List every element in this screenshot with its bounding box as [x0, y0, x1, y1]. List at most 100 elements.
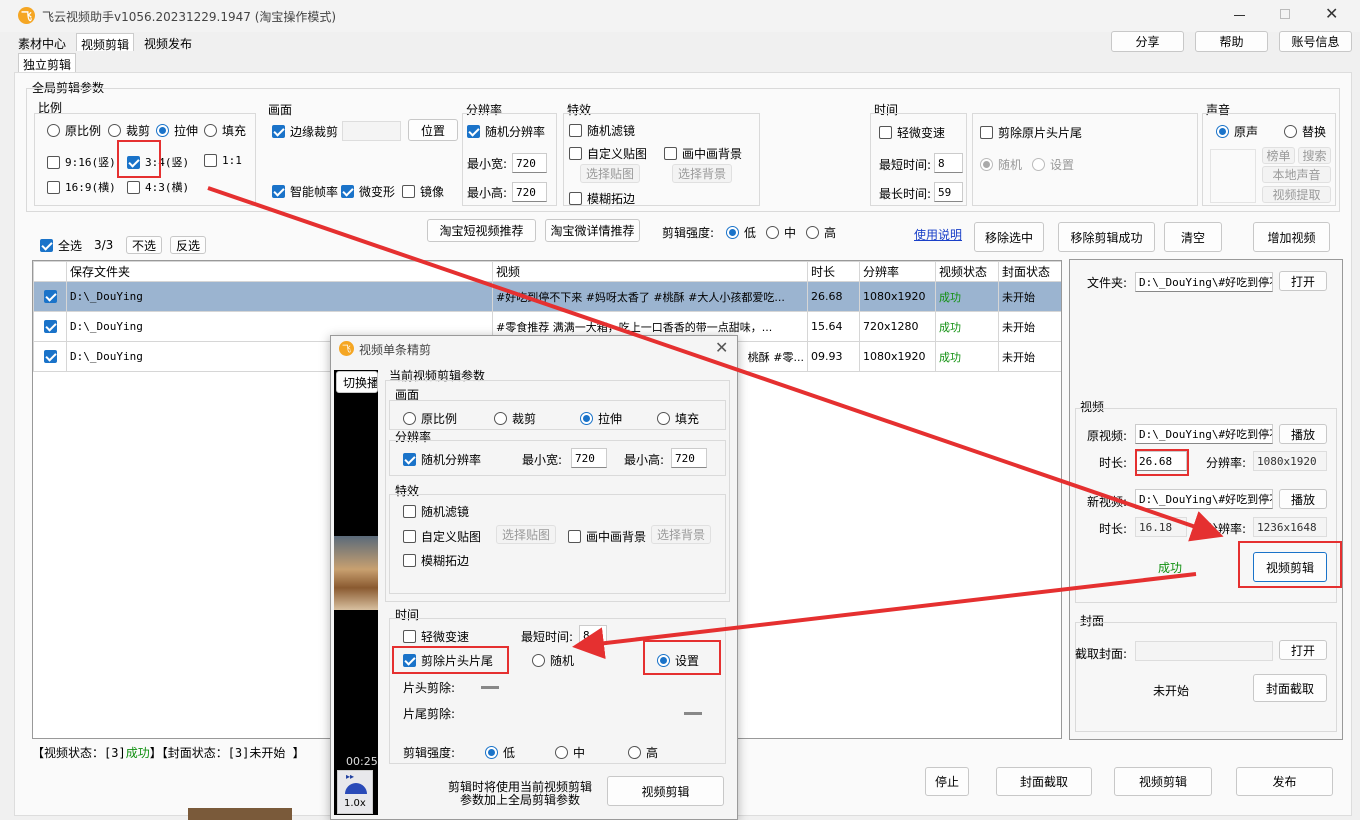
tab-video-publish[interactable]: 视频发布 — [140, 33, 196, 51]
new-play-button[interactable]: 播放 — [1279, 489, 1327, 509]
select-bg-button[interactable]: 选择背景 — [672, 164, 732, 183]
bottom-edit-button[interactable]: 视频剪辑 — [1114, 767, 1212, 796]
invert-button[interactable]: 反选 — [170, 236, 206, 254]
orig-play-button[interactable]: 播放 — [1279, 424, 1327, 444]
dialog-ratio-fill[interactable]: 填充 — [657, 410, 699, 427]
head-trim-slider[interactable] — [481, 686, 499, 689]
edge-crop-checkbox[interactable]: 边缘裁剪 — [272, 123, 338, 140]
deselect-button[interactable]: 不选 — [126, 236, 162, 254]
dialog-close-icon[interactable]: ✕ — [715, 338, 728, 357]
minimize-icon[interactable] — [1234, 15, 1245, 16]
edge-crop-field[interactable] — [342, 121, 401, 141]
add-video-button[interactable]: 增加视频 — [1253, 222, 1330, 252]
table-row[interactable]: D:\_DouYing #好吃到停不下来 #妈呀太香了 #桃酥 #大人小孩都爱吃… — [33, 281, 1061, 312]
share-button[interactable]: 分享 — [1111, 31, 1184, 52]
extract-sound-button[interactable]: 视频提取 — [1262, 186, 1331, 203]
new-duration-field[interactable]: 16.18 — [1135, 517, 1187, 537]
clear-button[interactable]: 清空 — [1164, 222, 1222, 252]
sound-original-radio[interactable]: 原声 — [1216, 123, 1258, 140]
strength-high[interactable]: 高 — [806, 224, 836, 241]
custom-sticker-checkbox[interactable]: 自定义贴图 — [569, 145, 647, 162]
min-width-input[interactable]: 720 — [512, 153, 547, 173]
publish-button[interactable]: 发布 — [1236, 767, 1333, 796]
dialog-min-time-input[interactable]: 8 — [579, 625, 607, 645]
smart-fps-checkbox[interactable]: 智能帧率 — [272, 183, 338, 200]
random-filter-checkbox[interactable]: 随机滤镜 — [569, 122, 635, 139]
dialog-strength-high[interactable]: 高 — [628, 744, 658, 761]
capture-cover-field[interactable] — [1135, 641, 1273, 661]
orig-video-field[interactable]: D:\_DouYing\#好吃到停不 — [1135, 424, 1273, 444]
rank-button[interactable]: 榜单 — [1262, 147, 1295, 164]
bottom-cover-button[interactable]: 封面截取 — [996, 767, 1092, 796]
size-4-3[interactable]: 4:3(横) — [127, 179, 189, 195]
dialog-pip-checkbox[interactable]: 画中画背景 — [568, 528, 646, 545]
usage-link[interactable]: 使用说明 — [914, 226, 962, 243]
tab-video-edit[interactable]: 视频剪辑 — [76, 33, 135, 52]
tab-material[interactable]: 素材中心 — [14, 33, 70, 51]
dialog-random-filter-checkbox[interactable]: 随机滤镜 — [403, 503, 469, 520]
ratio-crop[interactable]: 裁剪 — [108, 122, 150, 139]
slight-speed-checkbox[interactable]: 轻微变速 — [879, 124, 945, 141]
trim-original-checkbox[interactable]: 剪除原片头片尾 — [980, 124, 1082, 141]
local-sound-button[interactable]: 本地声音 — [1262, 166, 1331, 183]
folder-open-button[interactable]: 打开 — [1279, 271, 1327, 291]
cover-open-button[interactable]: 打开 — [1279, 640, 1327, 660]
dialog-random-res-checkbox[interactable]: 随机分辨率 — [403, 451, 481, 468]
trim-random-radio[interactable]: 随机 — [980, 156, 1022, 173]
strength-mid[interactable]: 中 — [766, 224, 796, 241]
folder-field[interactable]: D:\_DouYing\#好吃到停不 — [1135, 272, 1273, 292]
switch-play-button[interactable]: 切换播 — [336, 371, 378, 393]
dialog-custom-sticker-checkbox[interactable]: 自定义贴图 — [403, 528, 481, 545]
position-button[interactable]: 位置 — [408, 119, 458, 141]
sound-replace-radio[interactable]: 替换 — [1284, 123, 1326, 140]
dialog-strength-mid[interactable]: 中 — [555, 744, 585, 761]
trim-setting-radio[interactable]: 设置 — [1032, 156, 1074, 173]
dialog-edit-button[interactable]: 视频剪辑 — [607, 776, 724, 806]
remove-success-button[interactable]: 移除剪辑成功 — [1058, 222, 1155, 252]
dialog-min-h-input[interactable]: 720 — [671, 448, 707, 468]
dialog-trim-random-radio[interactable]: 随机 — [532, 652, 574, 669]
remove-selected-button[interactable]: 移除选中 — [974, 222, 1044, 252]
search-button[interactable]: 搜索 — [1298, 147, 1331, 164]
close-icon[interactable]: ✕ — [1325, 4, 1338, 23]
dialog-min-w-input[interactable]: 720 — [571, 448, 607, 468]
size-9-16[interactable]: 9:16(竖) — [47, 154, 116, 170]
dialog-ratio-stretch[interactable]: 拉伸 — [580, 410, 622, 427]
max-time-input[interactable]: 59 — [934, 182, 963, 202]
ratio-original[interactable]: 原比例 — [47, 122, 101, 139]
dialog-select-bg-button[interactable]: 选择背景 — [651, 525, 711, 544]
stop-button[interactable]: 停止 — [925, 767, 969, 796]
new-video-field[interactable]: D:\_DouYing\#好吃到停不 — [1135, 489, 1273, 509]
ratio-fill[interactable]: 填充 — [204, 122, 246, 139]
dialog-slight-speed-checkbox[interactable]: 轻微变速 — [403, 628, 469, 645]
blur-edge-checkbox[interactable]: 模糊拓边 — [569, 190, 635, 207]
micro-deform-checkbox[interactable]: 微变形 — [341, 183, 395, 200]
size-1-1[interactable]: 1:1 — [204, 154, 242, 167]
pip-bg-checkbox[interactable]: 画中画背景 — [664, 145, 742, 162]
maximize-icon[interactable] — [1280, 9, 1290, 19]
dialog-ratio-original[interactable]: 原比例 — [403, 410, 457, 427]
strength-low[interactable]: 低 — [726, 224, 756, 241]
play-forward-icon[interactable]: ▸▸ — [346, 772, 354, 781]
taobao-detail-button[interactable]: 淘宝微详情推荐 — [545, 219, 640, 242]
speed-dial-icon[interactable] — [345, 783, 367, 794]
account-button[interactable]: 账号信息 — [1279, 31, 1352, 52]
select-sticker-button[interactable]: 选择贴图 — [580, 164, 640, 183]
cover-capture-button[interactable]: 封面截取 — [1253, 674, 1327, 702]
taobao-short-button[interactable]: 淘宝短视频推荐 — [427, 219, 536, 242]
ratio-stretch[interactable]: 拉伸 — [156, 122, 198, 139]
min-height-input[interactable]: 720 — [512, 182, 547, 202]
dialog-blur-checkbox[interactable]: 模糊拓边 — [403, 552, 469, 569]
dialog-select-sticker-button[interactable]: 选择贴图 — [496, 525, 556, 544]
new-res-field[interactable]: 1236x1648 — [1253, 517, 1327, 537]
min-time-input[interactable]: 8 — [934, 153, 963, 173]
help-button[interactable]: 帮助 — [1195, 31, 1268, 52]
dialog-ratio-crop[interactable]: 裁剪 — [494, 410, 536, 427]
mirror-checkbox[interactable]: 镜像 — [402, 183, 444, 200]
select-all-checkbox[interactable]: 全选 — [40, 237, 82, 254]
random-resolution-checkbox[interactable]: 随机分辨率 — [467, 123, 545, 140]
size-16-9[interactable]: 16:9(横) — [47, 179, 116, 195]
orig-res-field[interactable]: 1080x1920 — [1253, 451, 1327, 471]
dialog-strength-low[interactable]: 低 — [485, 744, 515, 761]
tail-trim-slider[interactable] — [684, 712, 702, 715]
